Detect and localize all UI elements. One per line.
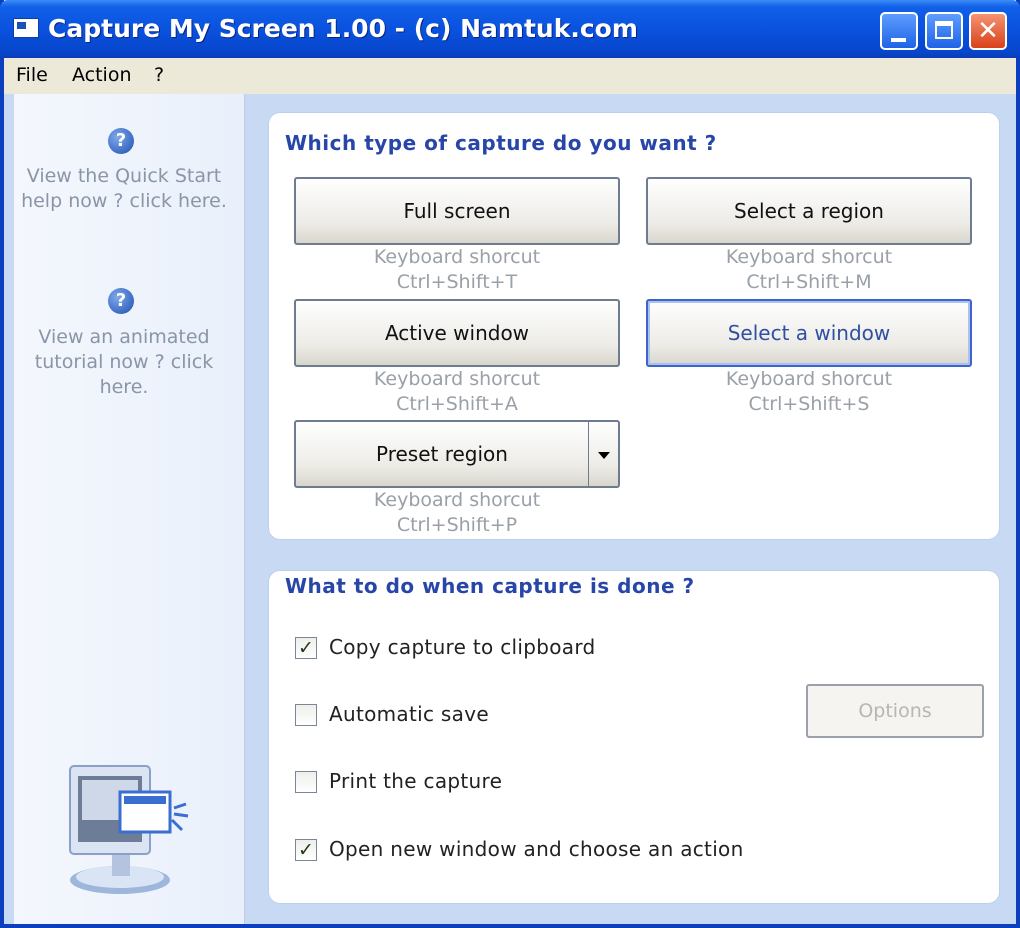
minimize-icon [882,14,916,48]
copy-clipboard-checkbox[interactable]: ✓ [295,637,317,659]
print-capture-checkbox[interactable] [295,771,317,793]
options-button[interactable]: Options [806,684,984,738]
app-icon[interactable] [13,18,39,38]
automatic-save-checkbox[interactable] [295,704,317,726]
active-window-shortcut: Keyboard shorcut Ctrl+Shift+A [294,367,620,417]
maximize-icon [927,14,961,48]
preset-region-dropdown-arrow[interactable] [589,420,620,488]
help-icon[interactable]: ? [108,288,134,314]
preset-region-button[interactable]: Preset region [294,420,589,488]
shortcut-keys: Ctrl+Shift+M [746,271,872,293]
app-window: Capture My Screen 1.00 - (c) Namtuk.com … [0,0,1020,928]
full-screen-button[interactable]: Full screen [294,177,620,245]
quick-start-link[interactable]: View the Quick Start help now ? click he… [14,164,234,214]
shortcut-label: Keyboard shorcut [373,489,541,511]
client-area: ? View the Quick Start help now ? click … [4,94,1016,924]
capture-done-title: What to do when capture is done ? [285,574,695,598]
menu-action[interactable]: Action [72,64,132,86]
monitor-capture-icon [69,765,189,894]
select-window-button[interactable]: Select a window [646,299,972,367]
shortcut-label: Keyboard shorcut [725,368,893,390]
sidebar: ? View the Quick Start help now ? click … [14,94,245,924]
window-title: Capture My Screen 1.00 - (c) Namtuk.com [48,14,638,43]
print-capture-label[interactable]: Print the capture [329,769,502,793]
open-new-window-label[interactable]: Open new window and choose an action [329,837,744,861]
menu-file[interactable]: File [16,64,48,86]
close-button[interactable]: ✕ [969,12,1007,50]
copy-clipboard-label[interactable]: Copy capture to clipboard [329,635,596,659]
shortcut-keys: Ctrl+Shift+S [748,393,870,415]
capture-type-title: Which type of capture do you want ? [285,131,717,155]
close-icon: ✕ [977,16,999,46]
shortcut-keys: Ctrl+Shift+P [396,514,518,536]
active-window-button[interactable]: Active window [294,299,620,367]
shortcut-label: Keyboard shorcut [725,246,893,268]
minimize-button[interactable] [880,12,918,50]
shortcut-label: Keyboard shorcut [373,368,541,390]
shortcut-keys: Ctrl+Shift+T [396,271,518,293]
shortcut-keys: Ctrl+Shift+A [396,393,518,415]
automatic-save-label[interactable]: Automatic save [329,702,489,726]
preset-region-shortcut: Keyboard shorcut Ctrl+Shift+P [294,488,620,538]
title-bar[interactable]: Capture My Screen 1.00 - (c) Namtuk.com … [0,0,1020,58]
menu-help[interactable]: ? [154,64,164,86]
animated-tutorial-link[interactable]: View an animated tutorial now ? click he… [14,325,234,400]
preset-region-split-button: Preset region [294,420,620,488]
maximize-button[interactable] [925,12,963,50]
select-region-shortcut: Keyboard shorcut Ctrl+Shift+M [646,245,972,295]
capture-type-panel: Which type of capture do you want ? Full… [268,112,1000,540]
select-window-shortcut: Keyboard shorcut Ctrl+Shift+S [646,367,972,417]
help-icon[interactable]: ? [108,128,134,154]
shortcut-label: Keyboard shorcut [373,246,541,268]
full-screen-shortcut: Keyboard shorcut Ctrl+Shift+T [294,245,620,295]
menu-bar: File Action ? [4,58,1016,94]
open-new-window-checkbox[interactable]: ✓ [295,839,317,861]
select-region-button[interactable]: Select a region [646,177,972,245]
capture-done-panel: What to do when capture is done ? ✓ Copy… [268,570,1000,904]
